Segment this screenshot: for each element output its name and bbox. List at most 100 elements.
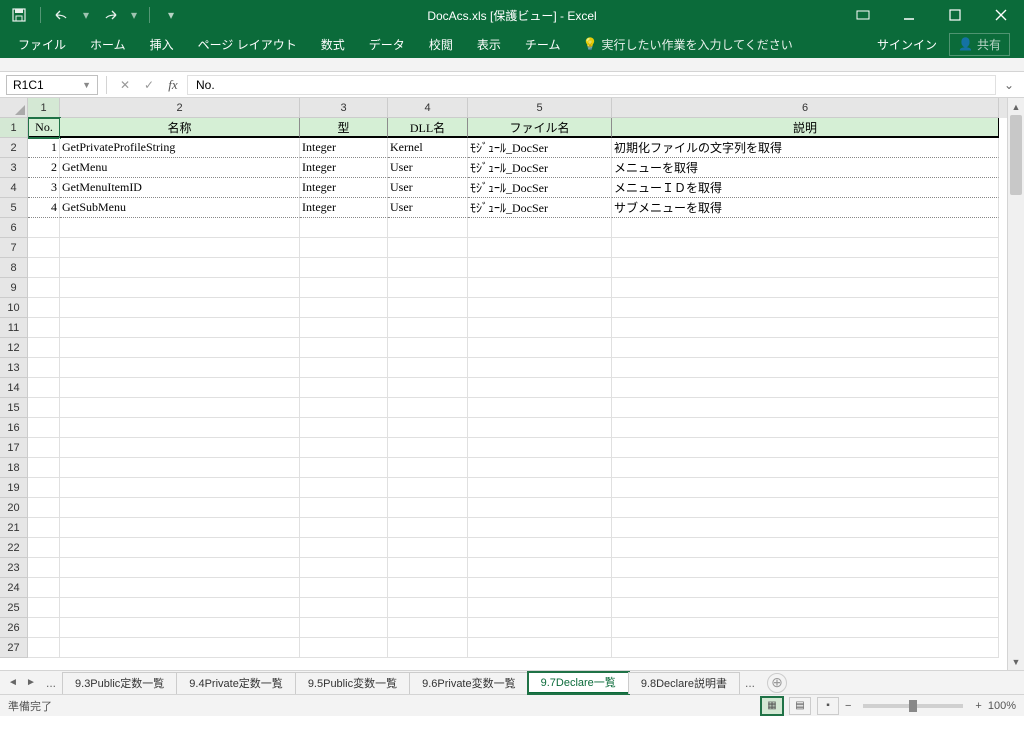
table-cell[interactable]	[60, 498, 300, 518]
sheet-tab[interactable]: 9.8Declare説明書	[628, 672, 740, 694]
table-cell[interactable]	[60, 598, 300, 618]
table-cell[interactable]	[468, 338, 612, 358]
table-header-cell[interactable]: ファイル名	[468, 118, 612, 138]
tab-insert[interactable]: 挿入	[138, 30, 186, 58]
table-cell[interactable]	[60, 358, 300, 378]
tab-nav-prev-icon[interactable]: ◄	[4, 674, 22, 692]
table-cell[interactable]	[612, 618, 999, 638]
table-cell[interactable]	[300, 538, 388, 558]
table-cell[interactable]	[300, 598, 388, 618]
table-cell[interactable]	[28, 398, 60, 418]
close-icon[interactable]	[978, 0, 1024, 30]
row-header[interactable]: 26	[0, 618, 28, 638]
table-cell[interactable]	[28, 638, 60, 658]
row-header[interactable]: 15	[0, 398, 28, 418]
row-header[interactable]: 9	[0, 278, 28, 298]
table-header-cell[interactable]: 型	[300, 118, 388, 138]
scroll-up-icon[interactable]: ▲	[1008, 98, 1024, 115]
tab-formulas[interactable]: 数式	[309, 30, 357, 58]
table-cell[interactable]	[60, 338, 300, 358]
tab-ellipsis-right[interactable]: ...	[739, 676, 761, 690]
table-cell[interactable]	[468, 498, 612, 518]
expand-formula-icon[interactable]: ⌄	[1000, 78, 1018, 92]
row-header[interactable]: 6	[0, 218, 28, 238]
table-cell[interactable]	[300, 478, 388, 498]
table-cell[interactable]: Integer	[300, 178, 388, 198]
table-cell[interactable]	[60, 398, 300, 418]
table-cell[interactable]	[28, 378, 60, 398]
table-cell[interactable]	[612, 458, 999, 478]
table-cell[interactable]	[468, 298, 612, 318]
table-cell[interactable]	[300, 558, 388, 578]
table-cell[interactable]	[388, 378, 468, 398]
table-cell[interactable]	[468, 438, 612, 458]
table-cell[interactable]	[300, 638, 388, 658]
table-cell[interactable]	[28, 338, 60, 358]
table-cell[interactable]	[28, 558, 60, 578]
table-cell[interactable]	[468, 478, 612, 498]
table-cell[interactable]	[28, 238, 60, 258]
table-cell[interactable]	[612, 258, 999, 278]
table-cell[interactable]	[388, 618, 468, 638]
table-header-cell[interactable]: 名称	[60, 118, 300, 138]
table-cell[interactable]	[388, 298, 468, 318]
table-cell[interactable]	[60, 618, 300, 638]
table-cell[interactable]	[468, 218, 612, 238]
table-cell[interactable]	[468, 618, 612, 638]
undo-icon[interactable]	[51, 4, 73, 26]
table-cell[interactable]	[28, 618, 60, 638]
sheet-tab[interactable]: 9.6Private変数一覧	[409, 672, 529, 694]
maximize-icon[interactable]	[932, 0, 978, 30]
table-cell[interactable]	[60, 558, 300, 578]
table-cell[interactable]	[388, 278, 468, 298]
table-cell[interactable]	[28, 298, 60, 318]
table-cell[interactable]	[612, 478, 999, 498]
table-cell[interactable]	[28, 458, 60, 478]
table-cell[interactable]	[468, 238, 612, 258]
enter-icon[interactable]: ✓	[139, 75, 159, 95]
table-cell[interactable]	[388, 358, 468, 378]
zoom-slider[interactable]	[863, 704, 963, 708]
table-cell[interactable]	[300, 318, 388, 338]
table-cell[interactable]	[388, 558, 468, 578]
table-cell[interactable]	[388, 598, 468, 618]
table-cell[interactable]	[60, 578, 300, 598]
row-header[interactable]: 17	[0, 438, 28, 458]
table-cell[interactable]	[60, 318, 300, 338]
table-cell[interactable]	[300, 418, 388, 438]
table-cell[interactable]: サブメニューを取得	[612, 198, 999, 218]
table-cell[interactable]	[388, 238, 468, 258]
row-header[interactable]: 18	[0, 458, 28, 478]
table-cell[interactable]: ﾓｼﾞｭｰﾙ_DocSer	[468, 198, 612, 218]
table-cell[interactable]: 4	[28, 198, 60, 218]
table-cell[interactable]	[388, 458, 468, 478]
row-header[interactable]: 11	[0, 318, 28, 338]
table-cell[interactable]	[60, 438, 300, 458]
table-cell[interactable]	[612, 278, 999, 298]
column-header[interactable]: 1	[28, 98, 60, 118]
table-cell[interactable]: Integer	[300, 138, 388, 158]
row-header[interactable]: 13	[0, 358, 28, 378]
table-cell[interactable]	[28, 518, 60, 538]
table-cell[interactable]	[28, 598, 60, 618]
tab-review[interactable]: 校閲	[417, 30, 465, 58]
row-header[interactable]: 16	[0, 418, 28, 438]
table-cell[interactable]	[28, 318, 60, 338]
table-cell[interactable]: GetMenu	[60, 158, 300, 178]
add-sheet-icon[interactable]: ⊕	[767, 673, 787, 693]
table-cell[interactable]	[60, 298, 300, 318]
row-header[interactable]: 14	[0, 378, 28, 398]
table-header-cell[interactable]: 説明	[612, 118, 999, 138]
scroll-down-icon[interactable]: ▼	[1008, 653, 1024, 670]
table-cell[interactable]	[468, 458, 612, 478]
table-cell[interactable]	[300, 298, 388, 318]
table-cell[interactable]	[300, 398, 388, 418]
cells[interactable]: No.名称型DLL名ファイル名説明1GetPrivateProfileStrin…	[28, 118, 1007, 670]
table-cell[interactable]	[28, 578, 60, 598]
table-cell[interactable]	[388, 638, 468, 658]
table-cell[interactable]	[388, 418, 468, 438]
table-cell[interactable]	[612, 318, 999, 338]
table-cell[interactable]: Kernel	[388, 138, 468, 158]
row-header[interactable]: 25	[0, 598, 28, 618]
row-header[interactable]: 3	[0, 158, 28, 178]
